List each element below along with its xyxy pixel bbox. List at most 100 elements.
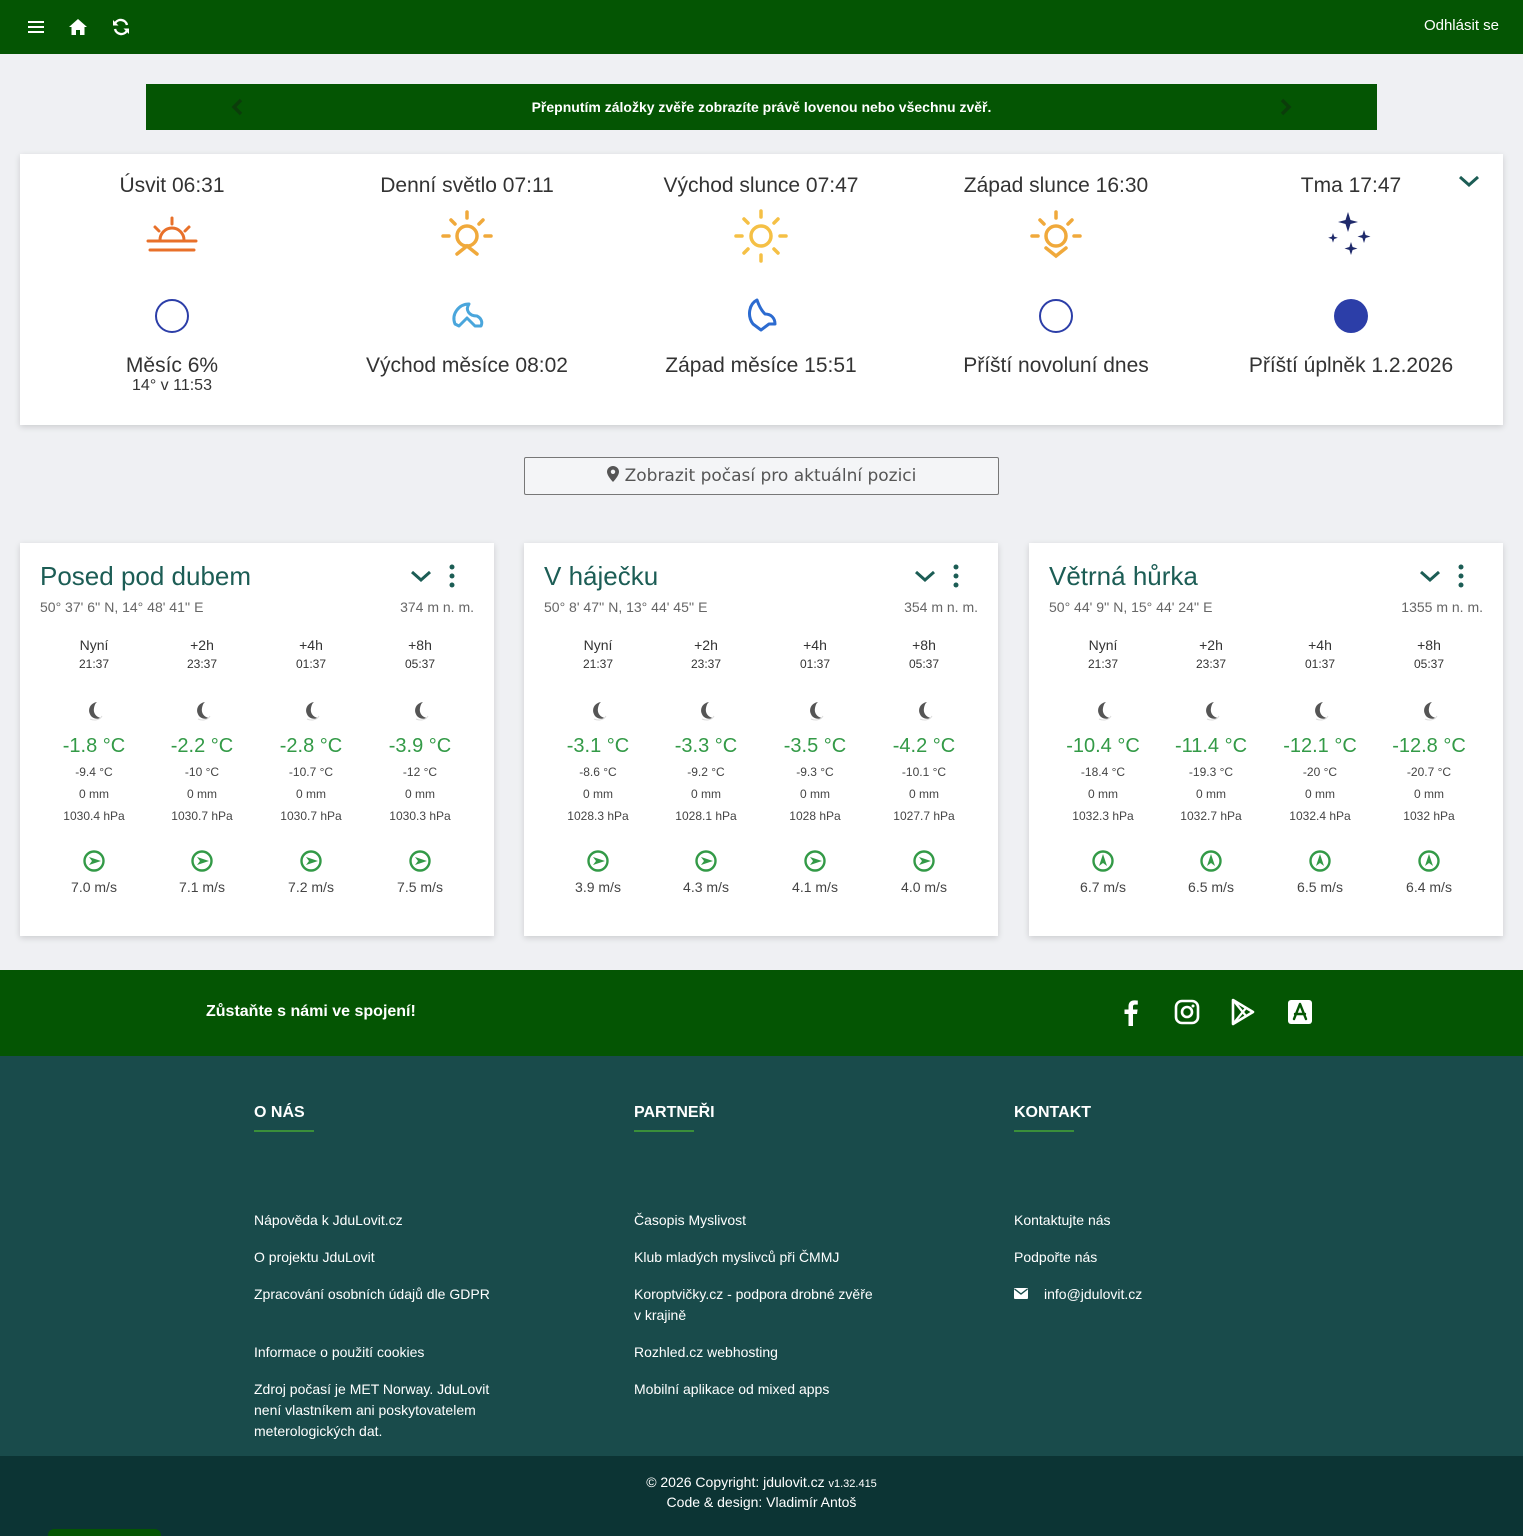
forecast-temperature: -3.3 °C xyxy=(674,735,738,757)
copyright-line: © 2026 Copyright: jdulovit.cz v1.32.415 xyxy=(0,1474,1523,1490)
forecast-wind-speed: 4.0 m/s xyxy=(901,879,947,895)
astro-title: Západ slunce 16:30 xyxy=(963,174,1149,197)
forecast-temperature: -10.4 °C xyxy=(1066,735,1140,757)
forecast-label: +8h xyxy=(912,637,936,653)
forecast-time: 23:37 xyxy=(186,657,218,671)
forecast-temperature: -4.2 °C xyxy=(892,735,956,757)
forecast-time: 05:37 xyxy=(908,657,940,671)
chevron-left-icon[interactable] xyxy=(228,97,248,117)
footer-title-underline xyxy=(634,1130,694,1132)
footer-link-contact[interactable]: Kontaktujte nás xyxy=(1014,1210,1264,1231)
forecast-wind-speed: 7.0 m/s xyxy=(71,879,117,895)
forecast-precipitation: 0 mm xyxy=(691,787,721,801)
forecast-label: +2h xyxy=(190,637,214,653)
forecast-wind-speed: 4.3 m/s xyxy=(683,879,729,895)
chevron-right-icon[interactable] xyxy=(1275,97,1295,117)
forecast-label: +8h xyxy=(1417,637,1441,653)
envelope-icon xyxy=(1014,1284,1028,1305)
wind-direction-icon xyxy=(82,849,106,873)
wind-direction-icon xyxy=(1308,849,1332,873)
forecast-pressure: 1028 hPa xyxy=(789,809,841,823)
footer-about: O NÁS Nápověda k JduLovit.cz O projektu … xyxy=(254,1104,504,1439)
more-options-icon[interactable] xyxy=(1453,563,1469,589)
station-name[interactable]: Posed pod dubem xyxy=(40,561,251,592)
chevron-down-icon[interactable] xyxy=(408,565,434,587)
forecast-time: 21:37 xyxy=(582,657,614,671)
footer-link-email[interactable]: info@jdulovit.cz xyxy=(1014,1284,1264,1305)
more-options-icon[interactable] xyxy=(444,563,460,589)
logout-link[interactable]: Odhlásit se xyxy=(1424,17,1499,34)
wind-direction-icon xyxy=(190,849,214,873)
refresh-icon[interactable] xyxy=(107,13,135,41)
forecast-label: Nyní xyxy=(79,637,109,653)
app-store-icon[interactable] xyxy=(1286,998,1314,1026)
copyright-text: © 2026 Copyright: jdulovit.cz xyxy=(646,1474,825,1490)
facebook-icon[interactable] xyxy=(1117,998,1145,1026)
moon-crescent-icon xyxy=(1308,699,1332,723)
chevron-down-icon[interactable] xyxy=(912,565,938,587)
moon-crescent-icon xyxy=(190,699,214,723)
top-navbar: Odhlásit se xyxy=(0,0,1523,54)
footer-link-about-project[interactable]: O projektu JduLovit xyxy=(254,1247,504,1268)
forecast-precipitation: 0 mm xyxy=(1414,787,1444,801)
google-play-icon[interactable] xyxy=(1229,998,1257,1026)
forecast-column: Nyní 21:37 -1.8 °C -9.4 °C 0 mm 1030.4 hPa 7.0… xyxy=(40,635,148,897)
moon-title: Měsíc 6% xyxy=(125,354,219,377)
footer-link-myslivost[interactable]: Časopis Myslivost xyxy=(634,1210,884,1231)
chevron-down-icon[interactable] xyxy=(1456,170,1482,192)
forecast-time: 05:37 xyxy=(404,657,436,671)
copyright-bar: © 2026 Copyright: jdulovit.cz v1.32.415 … xyxy=(0,1456,1523,1536)
footer-link-support[interactable]: Podpořte nás xyxy=(1014,1247,1264,1268)
forecast-temperature: -2.2 °C xyxy=(170,735,234,757)
forecast-pressure: 1028.1 hPa xyxy=(675,809,737,823)
forecast-temperature: -12.8 °C xyxy=(1392,735,1466,757)
chevron-down-icon[interactable] xyxy=(1417,565,1443,587)
forecast-column: +4h 01:37 -2.8 °C -10.7 °C 0 mm 1030.7 hPa 7.2… xyxy=(257,635,365,897)
station-coordinates: 50° 8' 47'' N, 13° 44' 45'' E xyxy=(544,599,708,615)
station-name[interactable]: Větrná hůrka xyxy=(1049,561,1198,592)
station-card: Větrná hůrka 50° 44' 9'' N, 15° 44' 24'' … xyxy=(1029,543,1503,936)
instagram-icon[interactable] xyxy=(1173,998,1201,1026)
forecast-precipitation: 0 mm xyxy=(583,787,613,801)
home-icon[interactable] xyxy=(64,13,92,41)
forecast-column: +2h 23:37 -11.4 °C -19.3 °C 0 mm 1032.7 hPa 6.… xyxy=(1157,635,1265,897)
forecast-pressure: 1032.7 hPa xyxy=(1180,809,1242,823)
forecast-label: +4h xyxy=(299,637,323,653)
footer-link-koroptvicky[interactable]: Koroptvičky.cz - podpora drobné zvěře v … xyxy=(634,1284,874,1326)
bottom-tab-handle[interactable] xyxy=(48,1529,161,1536)
forecast-feels-like: -12 °C xyxy=(402,765,438,779)
footer-title-underline xyxy=(254,1130,314,1132)
moonrise-icon xyxy=(447,296,487,336)
forecast-feels-like: -18.4 °C xyxy=(1080,765,1126,779)
sunset-icon xyxy=(1026,208,1086,264)
astro-title: Denní světlo 07:11 xyxy=(380,174,554,197)
show-weather-location-button[interactable]: Zobrazit počasí pro aktuální pozici xyxy=(524,457,999,495)
forecast-column: +4h 01:37 -12.1 °C -20 °C 0 mm 1032.4 hPa 6.5 … xyxy=(1266,635,1374,897)
forecast-precipitation: 0 mm xyxy=(405,787,435,801)
social-text: Zůstaňte s námi ve spojení! xyxy=(206,1003,416,1020)
forecast-wind-speed: 6.7 m/s xyxy=(1080,879,1126,895)
footer-link-mixed-apps[interactable]: Mobilní aplikace od mixed apps xyxy=(634,1379,884,1400)
forecast-pressure: 1027.7 hPa xyxy=(893,809,955,823)
more-options-icon[interactable] xyxy=(948,563,964,589)
footer-link-rozhled[interactable]: Rozhled.cz webhosting xyxy=(634,1342,884,1363)
menu-icon[interactable] xyxy=(22,13,50,41)
full-moon-icon xyxy=(1331,296,1371,336)
forecast-time: 01:37 xyxy=(1304,657,1336,671)
dawn-icon xyxy=(142,208,202,264)
moon-title: Východ měsíce 08:02 xyxy=(366,354,568,377)
footer-link-kmm[interactable]: Klub mladých myslivců při ČMMJ xyxy=(634,1247,894,1268)
footer-link-help[interactable]: Nápověda k JduLovit.cz xyxy=(254,1210,504,1231)
wind-direction-icon xyxy=(299,849,323,873)
moon-crescent-icon xyxy=(1091,699,1115,723)
forecast-precipitation: 0 mm xyxy=(1305,787,1335,801)
forecast-column: +8h 05:37 -4.2 °C -10.1 °C 0 mm 1027.7 hPa 4.0… xyxy=(870,635,978,897)
station-card: V háječku 50° 8' 47'' N, 13° 44' 45'' E 35… xyxy=(524,543,998,936)
sunrise-icon xyxy=(437,208,497,264)
footer-link-gdpr[interactable]: Zpracování osobních údajů dle GDPR xyxy=(254,1284,504,1305)
footer-link-cookies[interactable]: Informace o použití cookies xyxy=(254,1342,504,1363)
station-name[interactable]: V háječku xyxy=(544,561,658,592)
map-marker-icon xyxy=(606,465,619,487)
moon-crescent-icon xyxy=(694,699,718,723)
forecast-label: Nyní xyxy=(583,637,613,653)
